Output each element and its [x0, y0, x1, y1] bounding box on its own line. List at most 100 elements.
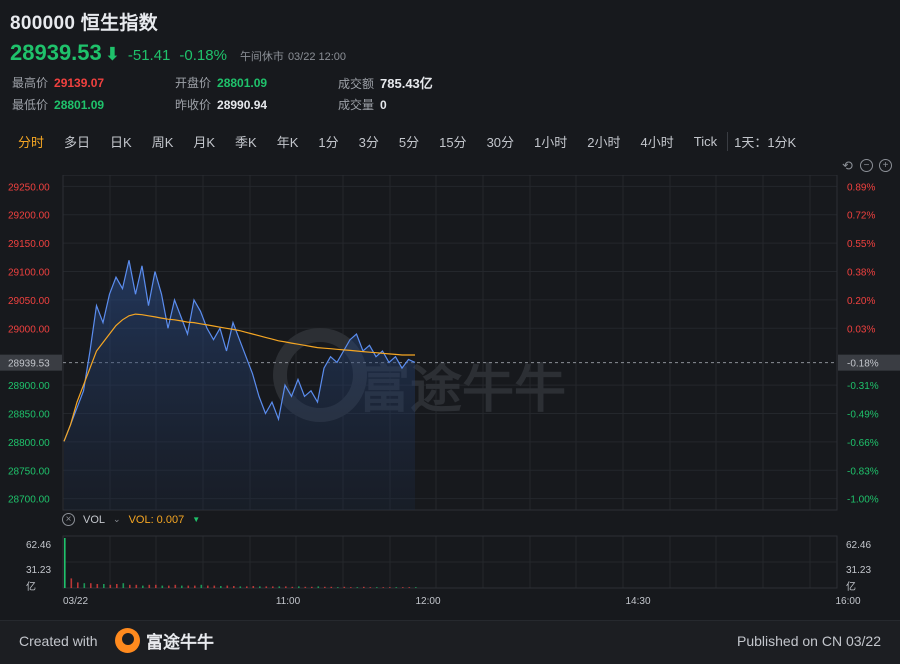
- y-tick-label-right: -0.18%: [847, 359, 879, 370]
- volume-bar: [96, 584, 99, 588]
- y-tick-label-left: 28750.00: [8, 466, 50, 477]
- tab-2[interactable]: 日K: [100, 132, 142, 151]
- tab-0[interactable]: 分时: [8, 132, 54, 151]
- y-tick-label-right: 0.72%: [847, 211, 875, 222]
- price-area: [64, 260, 415, 510]
- stat-low: 最低价 28801.09: [12, 96, 104, 113]
- tab-4[interactable]: 月K: [183, 132, 225, 151]
- volume-bar: [64, 538, 66, 588]
- price-line: 28939.53 ⬇ -51.41 -0.18% 午间休市 03/22 12:0…: [10, 40, 346, 66]
- volume-bar: [233, 586, 235, 588]
- brand-logo: 富途牛牛: [115, 628, 214, 653]
- tab-15[interactable]: Tick: [684, 134, 727, 149]
- volume-bar: [122, 583, 125, 588]
- volume-bar: [402, 587, 404, 588]
- chart-canvas[interactable]: 富途牛牛29250.0029200.0029150.0029100.002905…: [0, 175, 900, 620]
- tab-13[interactable]: 2小时: [577, 132, 630, 151]
- tab-8[interactable]: 3分: [349, 132, 389, 151]
- zoom-out-icon[interactable]: −: [860, 159, 873, 172]
- x-tick-label: 16:00: [835, 596, 860, 607]
- y-tick-label-right: -0.49%: [847, 409, 879, 420]
- tab-12[interactable]: 1小时: [524, 132, 577, 151]
- trend-down-icon: ▼: [192, 515, 201, 524]
- volume-bar: [291, 586, 294, 588]
- x-tick-label: 12:00: [415, 596, 440, 607]
- volume-bar: [161, 585, 164, 588]
- volume-bar: [272, 586, 274, 588]
- y-tick-label-right: -0.31%: [847, 381, 879, 392]
- volume-bar: [317, 586, 320, 588]
- volume-bar: [395, 587, 398, 588]
- tab-6[interactable]: 年K: [267, 132, 309, 151]
- volume-bar: [408, 587, 411, 588]
- chevron-down-icon[interactable]: ⌄: [113, 514, 121, 525]
- y-tick-label-left: 28700.00: [8, 495, 50, 506]
- vol-axis-label-left: 31.23: [26, 565, 51, 576]
- y-tick-label-left: 28939.53: [8, 359, 50, 370]
- chart-tools: ⟲ − +: [841, 159, 892, 172]
- intraday-chart[interactable]: 富途牛牛 29250.00 29200.00 29150.00 29100.00 2905…: [0, 175, 900, 620]
- volume-bar: [415, 587, 417, 588]
- stat-value: 28801.09: [54, 98, 105, 112]
- x-tick-label: 11:00: [276, 596, 301, 607]
- price-change: -51.41: [127, 47, 171, 64]
- volume-bar: [285, 586, 287, 588]
- y-tick-label-left: 28850.00: [8, 409, 50, 420]
- volume-bar: [278, 586, 281, 588]
- brand-name: 富途牛牛: [146, 633, 214, 652]
- stat-label: 开盘价: [175, 76, 212, 90]
- volume-bar: [109, 584, 112, 588]
- volume-bar: [226, 585, 229, 588]
- y-tick-label-left: 29100.00: [8, 268, 50, 279]
- tab-1[interactable]: 多日: [54, 132, 100, 151]
- volume-bar: [220, 586, 222, 588]
- volume-bar: [369, 587, 372, 588]
- volume-bar: [200, 584, 203, 588]
- y-tick-label-left: 29050.00: [8, 296, 50, 307]
- period-tabs: 分时 多日 日K 周K 月K 季K 年K 1分 3分 5分 15分 30分 1小时 2小时 4小时 Tick 1…: [8, 131, 806, 151]
- tab-3[interactable]: 周K: [142, 132, 184, 151]
- volume-bar: [187, 585, 190, 588]
- tab-7[interactable]: 1分: [308, 132, 348, 151]
- close-icon[interactable]: ×: [62, 513, 75, 526]
- vol-axis-label-right: 亿: [846, 580, 856, 593]
- tab-14[interactable]: 4小时: [631, 132, 684, 151]
- volume-bar: [207, 585, 209, 588]
- y-tick-label-right: -0.83%: [847, 466, 879, 477]
- volume-bar: [298, 586, 300, 588]
- volume-bar: [129, 584, 131, 588]
- volume-bar: [252, 586, 255, 588]
- zoom-in-icon[interactable]: +: [879, 159, 892, 172]
- volume-bar: [70, 578, 73, 588]
- y-tick-label-left: 29150.00: [8, 239, 50, 250]
- volume-bar: [265, 586, 268, 588]
- reset-icon[interactable]: ⟲: [841, 159, 854, 172]
- duration-selector[interactable]: 1天：1分K: [727, 131, 806, 151]
- last-price: 28939.53: [10, 40, 102, 65]
- volume-bar: [148, 584, 151, 588]
- down-arrow-icon: ⬇: [104, 44, 120, 64]
- volume-bar: [83, 583, 86, 588]
- volume-bar: [142, 585, 144, 588]
- tab-11[interactable]: 30分: [477, 132, 524, 151]
- volume-bar: [311, 586, 313, 588]
- y-tick-label-left: 29200.00: [8, 211, 50, 222]
- y-tick-label-right: -0.66%: [847, 438, 879, 449]
- tab-5[interactable]: 季K: [225, 132, 267, 151]
- vol-axis-label-right: 62.46: [846, 540, 871, 551]
- volume-bar: [304, 586, 307, 588]
- stat-open: 开盘价 28801.09: [175, 74, 267, 91]
- tab-10[interactable]: 15分: [429, 132, 476, 151]
- futu-logo-icon: [115, 628, 140, 653]
- volume-indicator-name[interactable]: VOL: [83, 514, 105, 526]
- stat-label: 昨收价: [175, 98, 212, 112]
- volume-bar: [90, 583, 92, 588]
- stat-label: 成交量: [338, 98, 375, 112]
- tab-9[interactable]: 5分: [389, 132, 429, 151]
- stat-label: 最低价: [12, 98, 49, 112]
- volume-bar: [213, 585, 216, 588]
- volume-bar: [239, 586, 242, 588]
- footer: Created with 富途牛牛 Published on CN 03/22: [0, 620, 900, 664]
- published-text: Published on CN 03/22: [737, 633, 881, 649]
- stat-prev-close: 昨收价 28990.94: [175, 96, 267, 113]
